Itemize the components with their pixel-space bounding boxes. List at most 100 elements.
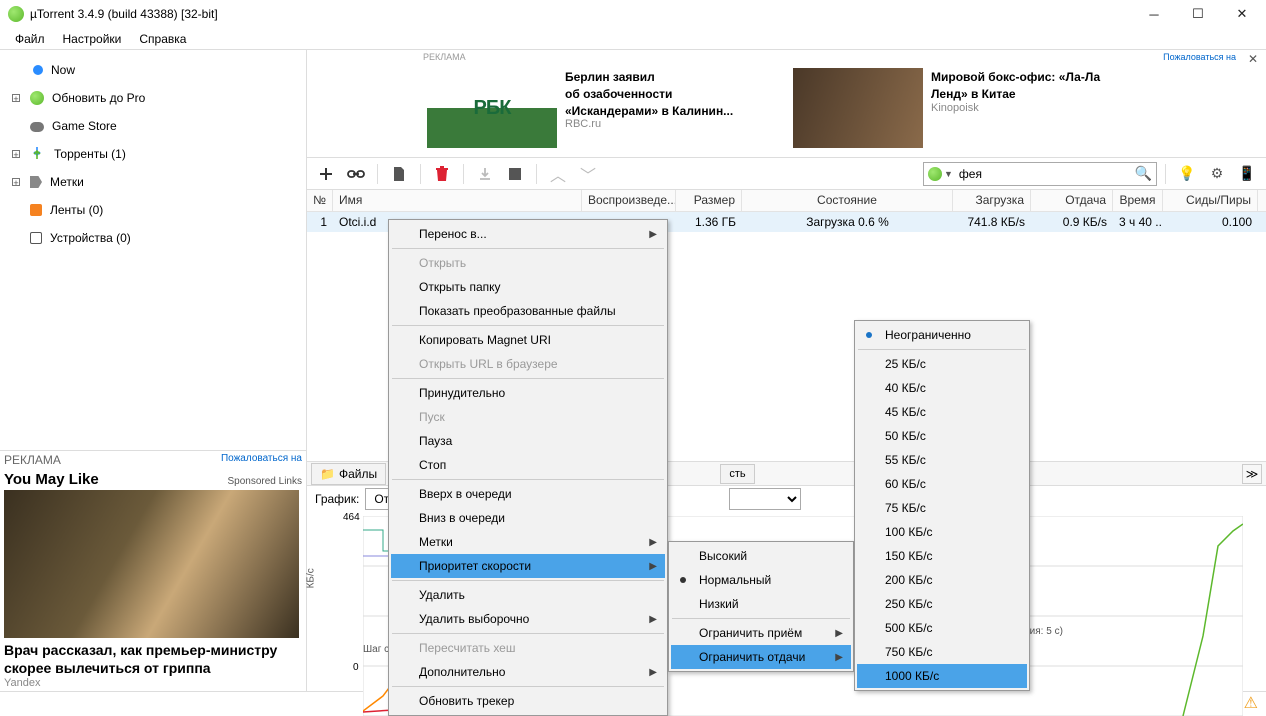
now-icon bbox=[33, 65, 43, 75]
delete-button[interactable] bbox=[429, 161, 455, 187]
ctx-copy-magnet[interactable]: Копировать Magnet URI bbox=[391, 328, 665, 352]
ctx-limit-unlimited[interactable]: Неограниченно bbox=[857, 323, 1027, 347]
menubar: Файл Настройки Справка bbox=[0, 28, 1266, 50]
ctx-limit-opt[interactable]: 40 КБ/с bbox=[857, 376, 1027, 400]
ctx-priority-low[interactable]: Низкий bbox=[671, 592, 851, 616]
ctx-speed-priority[interactable]: Приоритет скорости▶ bbox=[391, 554, 665, 578]
ctx-limit-opt[interactable]: 45 КБ/с bbox=[857, 400, 1027, 424]
graph-extra-select[interactable] bbox=[729, 488, 801, 510]
add-button[interactable] bbox=[313, 161, 339, 187]
ad-sponsored: Sponsored Links bbox=[228, 476, 303, 487]
ctx-force[interactable]: Принудительно bbox=[391, 381, 665, 405]
ctx-advanced[interactable]: Дополнительно▶ bbox=[391, 660, 665, 684]
cell-seeds-peers: 0.100 bbox=[1163, 213, 1258, 231]
start-button[interactable] bbox=[472, 161, 498, 187]
tabs-options-button[interactable]: ≫ bbox=[1242, 464, 1262, 484]
ctx-limit-opt[interactable]: 50 КБ/с bbox=[857, 424, 1027, 448]
ctx-labels[interactable]: Метки▶ bbox=[391, 530, 665, 554]
ctx-queue-down[interactable]: Вниз в очереди bbox=[391, 506, 665, 530]
ctx-limit-opt[interactable]: 100 КБ/с bbox=[857, 520, 1027, 544]
ad-report-link[interactable]: Пожаловаться на bbox=[221, 453, 302, 467]
cell-time: 3 ч 40 ... bbox=[1113, 213, 1163, 231]
ctx-limit-opt[interactable]: 250 КБ/с bbox=[857, 592, 1027, 616]
help-button[interactable]: 💡 bbox=[1174, 161, 1200, 187]
search-box[interactable]: ▼ 🔍 bbox=[923, 162, 1157, 186]
col-time[interactable]: Время bbox=[1113, 190, 1163, 211]
ctx-limit-upload[interactable]: Ограничить отдачи▶ bbox=[671, 645, 851, 669]
ad-image[interactable] bbox=[4, 490, 299, 638]
col-seeds-peers[interactable]: Сиды/Пиры bbox=[1163, 190, 1258, 211]
ctx-pause[interactable]: Пауза bbox=[391, 429, 665, 453]
new-file-button[interactable] bbox=[386, 161, 412, 187]
ctx-limit-opt[interactable]: 200 КБ/с bbox=[857, 568, 1027, 592]
ctx-queue-up[interactable]: Вверх в очереди bbox=[391, 482, 665, 506]
warning-icon[interactable]: ⚠ bbox=[1244, 693, 1258, 713]
cell-upload: 0.9 КБ/s bbox=[1031, 213, 1113, 231]
menu-file[interactable]: Файл bbox=[6, 29, 54, 49]
minimize-button[interactable]: ─ bbox=[1132, 0, 1176, 28]
sidebar-item-torrents[interactable]: Торренты (1) bbox=[0, 140, 306, 168]
move-down-button[interactable]: ﹀ bbox=[575, 161, 601, 187]
ctx-stop[interactable]: Стоп bbox=[391, 453, 665, 477]
sidebar-item-labels[interactable]: Метки bbox=[0, 168, 306, 196]
gear-icon[interactable]: ⚙ bbox=[1204, 161, 1230, 187]
ctx-limit-opt[interactable]: 150 КБ/с bbox=[857, 544, 1027, 568]
ctx-open-folder[interactable]: Открыть папку bbox=[391, 275, 665, 299]
col-download[interactable]: Загрузка bbox=[953, 190, 1031, 211]
ad-block-2[interactable]: Мировой бокс-офис: «Ла-ЛаЛенд» в КитаеKi… bbox=[793, 68, 1141, 153]
ctx-delete[interactable]: Удалить bbox=[391, 583, 665, 607]
col-num[interactable]: № bbox=[307, 190, 333, 211]
menu-settings[interactable]: Настройки bbox=[54, 29, 131, 49]
ad-report-link[interactable]: Пожаловаться на bbox=[1163, 52, 1236, 62]
expand-icon[interactable] bbox=[12, 94, 20, 102]
sidebar-item-pro[interactable]: Обновить до Pro bbox=[0, 84, 306, 112]
ctx-priority-normal[interactable]: Нормальный bbox=[671, 568, 851, 592]
sidebar-item-feeds[interactable]: Ленты (0) bbox=[0, 196, 306, 224]
col-size[interactable]: Размер bbox=[676, 190, 742, 211]
ad-label: РЕКЛАМА bbox=[423, 52, 466, 62]
sidebar-item-now[interactable]: Now bbox=[0, 56, 306, 84]
expand-icon[interactable] bbox=[12, 178, 20, 186]
graph-label: График: bbox=[315, 492, 359, 506]
ctx-limit-opt[interactable]: 55 КБ/с bbox=[857, 448, 1027, 472]
dropdown-icon[interactable]: ▼ bbox=[944, 169, 953, 179]
ctx-move-to[interactable]: Перенос в...▶ bbox=[391, 222, 665, 246]
ctx-limit-opt[interactable]: 750 КБ/с bbox=[857, 640, 1027, 664]
ctx-limit-opt[interactable]: 60 КБ/с bbox=[857, 472, 1027, 496]
ctx-delete-selective[interactable]: Удалить выборочно▶ bbox=[391, 607, 665, 631]
sidebar: Now Обновить до Pro Game Store Торренты … bbox=[0, 50, 307, 691]
menu-help[interactable]: Справка bbox=[130, 29, 195, 49]
move-up-button[interactable]: ︿ bbox=[545, 161, 571, 187]
col-name[interactable]: Имя bbox=[333, 190, 582, 211]
add-link-button[interactable] bbox=[343, 161, 369, 187]
ctx-limit-opt[interactable]: 75 КБ/с bbox=[857, 496, 1027, 520]
col-play[interactable]: Воспроизведе... bbox=[582, 190, 676, 211]
ctx-limit-opt[interactable]: 25 КБ/с bbox=[857, 352, 1027, 376]
ctx-limit-opt[interactable]: 500 КБ/с bbox=[857, 616, 1027, 640]
sidebar-item-devices[interactable]: Устройства (0) bbox=[0, 224, 306, 252]
search-icon[interactable]: 🔍 bbox=[1135, 165, 1152, 182]
cell-state: Загрузка 0.6 % bbox=[742, 213, 953, 231]
ctx-update-tracker[interactable]: Обновить трекер bbox=[391, 689, 665, 713]
download-icon bbox=[30, 146, 46, 162]
ctx-limit-opt[interactable]: 1000 КБ/с bbox=[857, 664, 1027, 688]
close-button[interactable]: ✕ bbox=[1220, 0, 1264, 28]
maximize-button[interactable]: ☐ bbox=[1176, 0, 1220, 28]
ctx-show-converted[interactable]: Показать преобразованные файлы bbox=[391, 299, 665, 323]
ctx-limit-download[interactable]: Ограничить приём▶ bbox=[671, 621, 851, 645]
context-menu: Перенос в...▶ Открыть Открыть папку Пока… bbox=[388, 219, 668, 716]
stop-button[interactable] bbox=[502, 161, 528, 187]
tab-files[interactable]: 📁Файлы bbox=[311, 463, 386, 485]
ad-text[interactable]: Врач рассказал, как премьер-министру ско… bbox=[4, 642, 302, 677]
ad-block-1[interactable]: РБК Берлин заявилоб озабоченности«Исканд… bbox=[427, 68, 775, 153]
expand-icon[interactable] bbox=[12, 150, 20, 158]
gamepad-icon bbox=[30, 122, 44, 132]
ctx-priority-high[interactable]: Высокий bbox=[671, 544, 851, 568]
tab-speed[interactable]: сть bbox=[720, 464, 754, 484]
ad-close-icon[interactable]: ✕ bbox=[1248, 52, 1258, 66]
sidebar-item-game[interactable]: Game Store bbox=[0, 112, 306, 140]
remote-button[interactable]: 📱 bbox=[1234, 161, 1260, 187]
col-state[interactable]: Состояние bbox=[742, 190, 953, 211]
search-input[interactable] bbox=[953, 167, 1135, 181]
col-upload[interactable]: Отдача bbox=[1031, 190, 1113, 211]
